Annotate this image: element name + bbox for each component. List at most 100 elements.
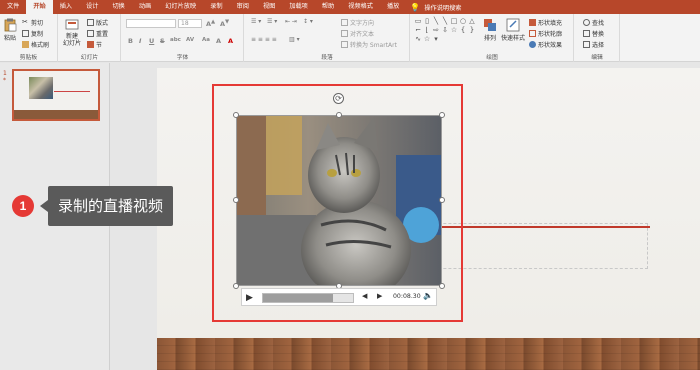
- group-font: 18 A▲ A▼ B I U S abc AV Aa A A 字体: [122, 14, 244, 62]
- volume-icon[interactable]: 🔈: [423, 291, 433, 300]
- tab-design[interactable]: 设计: [79, 0, 105, 14]
- clipboard-group-label: 剪贴板: [19, 55, 38, 61]
- group-editing: 查找 替换 选择 编辑: [575, 14, 620, 62]
- tab-animations[interactable]: 动画: [132, 0, 158, 14]
- paste-icon: [4, 18, 17, 32]
- tab-insert[interactable]: 插入: [53, 0, 79, 14]
- tab-playback[interactable]: 播放: [380, 0, 406, 14]
- select-label: 选择: [592, 42, 605, 49]
- grow-font-button[interactable]: A▲: [206, 19, 215, 28]
- italic-button[interactable]: I: [139, 37, 141, 45]
- resize-handle-bottom-left[interactable]: [233, 283, 239, 289]
- cut-button[interactable]: ✂ 剪切: [22, 18, 43, 28]
- columns-button[interactable]: ▥ ▾: [289, 36, 300, 43]
- find-button[interactable]: 查找: [583, 18, 604, 27]
- video-object[interactable]: [236, 115, 442, 286]
- shape-arrow-right-icon: ⇨: [433, 26, 439, 34]
- paint-bucket-icon: [529, 19, 536, 26]
- align-text-icon: [341, 30, 348, 37]
- shape-brace2-icon: }: [469, 26, 475, 34]
- step-number-badge: 1: [12, 195, 34, 217]
- align-buttons[interactable]: ≡ ≡ ≡ ≡: [251, 36, 277, 43]
- resize-handle-left[interactable]: [233, 197, 239, 203]
- text-direction-button[interactable]: 文字方向: [341, 18, 374, 27]
- font-group-label: 字体: [176, 55, 189, 61]
- smartart-button[interactable]: 转换为 SmartArt: [341, 40, 397, 49]
- editing-group-label: 编辑: [591, 55, 603, 61]
- tab-home[interactable]: 开始: [26, 0, 53, 14]
- resize-handle-top[interactable]: [336, 112, 342, 118]
- thumbnail-number: 1: [3, 70, 7, 77]
- shadow-button[interactable]: abc: [170, 37, 181, 43]
- resize-handle-bottom-right[interactable]: [439, 283, 445, 289]
- copy-label: 复制: [31, 31, 44, 38]
- thumbnail-animation-marker: *: [3, 77, 6, 84]
- tab-addins[interactable]: 加载项: [282, 0, 315, 14]
- resize-handle-right[interactable]: [439, 197, 445, 203]
- resize-handle-top-left[interactable]: [233, 112, 239, 118]
- new-slide-icon: [65, 19, 79, 30]
- text-direction-label: 文字方向: [350, 20, 375, 27]
- tell-me-search[interactable]: 💡 操作说明搜索: [410, 3, 461, 12]
- group-clipboard: 粘贴 ✂ 剪切 复制 格式刷 剪贴板: [0, 14, 58, 62]
- shape-rect-icon: □: [450, 17, 458, 25]
- format-painter-label: 格式刷: [31, 42, 50, 49]
- tab-video-format[interactable]: 视频格式: [341, 0, 380, 14]
- change-case-button[interactable]: Aa: [202, 37, 210, 43]
- resize-handle-top-right[interactable]: [439, 112, 445, 118]
- align-text-button[interactable]: 对齐文本: [341, 29, 374, 38]
- play-icon[interactable]: ▶: [246, 292, 258, 304]
- format-painter-button[interactable]: 格式刷: [22, 40, 49, 49]
- strikethrough-button[interactable]: S: [160, 37, 165, 45]
- tab-transitions[interactable]: 切换: [106, 0, 132, 14]
- shape-outline-button[interactable]: 形状轮廓: [529, 29, 562, 38]
- shape-fill-button[interactable]: 形状填充: [529, 18, 562, 27]
- video-timecode: 00:08.30: [393, 293, 421, 300]
- arrange-button[interactable]: 排列: [483, 18, 497, 42]
- clear-format-button[interactable]: A: [216, 37, 221, 45]
- font-size-dropdown[interactable]: 18: [178, 19, 202, 28]
- layout-button[interactable]: 版式: [87, 18, 108, 27]
- tab-slideshow[interactable]: 幻灯片放映: [158, 0, 203, 14]
- shrink-font-button[interactable]: A▼: [220, 19, 229, 28]
- section-icon: [87, 41, 94, 48]
- drawing-group-label: 绘图: [486, 55, 498, 61]
- cursor-icon: [583, 41, 590, 48]
- select-button[interactable]: 选择: [583, 40, 604, 49]
- reset-button[interactable]: 重置: [87, 29, 108, 38]
- tab-record[interactable]: 录制: [203, 0, 229, 14]
- replace-button[interactable]: 替换: [583, 29, 604, 38]
- bold-button[interactable]: B: [128, 37, 133, 45]
- tab-view[interactable]: 视图: [256, 0, 282, 14]
- ribbon-home: 粘贴 ✂ 剪切 复制 格式刷 剪贴板 新建 幻灯片 版式 重置 节 幻灯片 18 …: [0, 14, 700, 62]
- quick-styles-icon: [506, 18, 520, 32]
- numbering-button[interactable]: ☰ ▾: [267, 18, 277, 25]
- quick-styles-button[interactable]: 快速样式: [501, 18, 525, 42]
- callout-text: 录制的直播视频: [48, 186, 174, 226]
- tab-help[interactable]: 帮助: [315, 0, 341, 14]
- indent-buttons[interactable]: ⇤ ⇥: [285, 18, 297, 25]
- bullets-button[interactable]: ☰ ▾: [251, 18, 261, 25]
- tab-file[interactable]: 文件: [0, 0, 26, 14]
- rewind-icon[interactable]: ◀: [362, 292, 367, 300]
- effects-icon: [529, 41, 536, 48]
- character-spacing-button[interactable]: AV: [186, 37, 194, 43]
- tab-review[interactable]: 审阅: [230, 0, 256, 14]
- rotate-handle-icon[interactable]: ⟳: [333, 93, 344, 104]
- slide-thumbnail-1[interactable]: [12, 69, 100, 121]
- reset-icon: [87, 30, 94, 37]
- line-spacing-button[interactable]: ↕ ▾: [303, 18, 313, 25]
- shape-effects-button[interactable]: 形状效果: [529, 40, 562, 49]
- paste-button[interactable]: 粘贴: [3, 18, 17, 42]
- group-slides: 新建 幻灯片 版式 重置 节 幻灯片: [59, 14, 121, 62]
- find-label: 查找: [592, 20, 605, 27]
- font-color-button[interactable]: A: [228, 37, 233, 45]
- copy-button[interactable]: 复制: [22, 29, 43, 38]
- new-slide-button[interactable]: 新建 幻灯片: [63, 18, 81, 47]
- thumbnail-video-preview: [29, 77, 53, 99]
- font-family-dropdown[interactable]: [126, 19, 176, 28]
- section-button[interactable]: 节: [87, 40, 102, 49]
- video-progress-track[interactable]: [262, 293, 354, 303]
- underline-button[interactable]: U: [149, 37, 154, 45]
- forward-icon[interactable]: ▶: [377, 292, 382, 300]
